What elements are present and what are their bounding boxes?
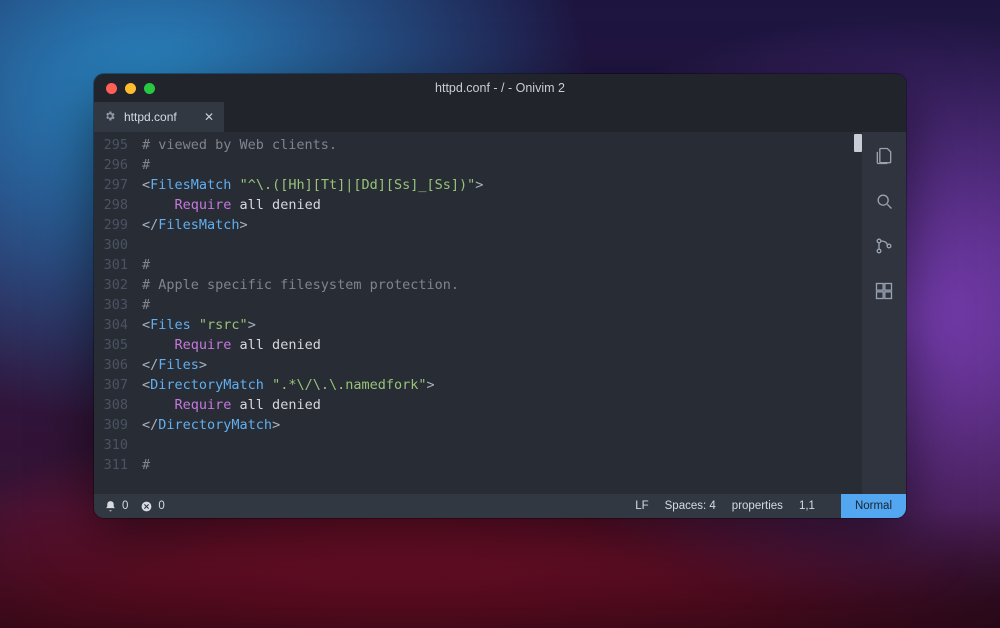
tab-label: httpd.conf <box>124 110 177 124</box>
code-content[interactable]: # viewed by Web clients.#<FilesMatch "^\… <box>136 132 852 494</box>
line-number: 301 <box>94 255 128 275</box>
code-line[interactable] <box>142 235 852 255</box>
window-title: httpd.conf - / - Onivim 2 <box>94 81 906 95</box>
line-number: 311 <box>94 455 128 475</box>
status-language[interactable]: properties <box>732 500 783 512</box>
status-errors[interactable]: 0 <box>140 500 164 513</box>
status-notifications[interactable]: 0 <box>104 500 128 513</box>
gear-icon <box>104 110 116 125</box>
code-line[interactable]: <Files "rsrc"> <box>142 315 852 335</box>
files-icon[interactable] <box>874 146 894 171</box>
status-bar: 0 0 LF Spaces: 4 properties 1,1 Normal <box>94 494 906 518</box>
line-number: 296 <box>94 155 128 175</box>
minimize-window-button[interactable] <box>125 83 136 94</box>
code-line[interactable]: # <box>142 255 852 275</box>
status-notifications-count: 0 <box>122 500 128 512</box>
activity-bar <box>862 132 906 494</box>
code-line[interactable]: # <box>142 155 852 175</box>
line-number: 304 <box>94 315 128 335</box>
status-eol[interactable]: LF <box>635 500 648 512</box>
code-line[interactable]: </DirectoryMatch> <box>142 415 852 435</box>
code-line[interactable]: # <box>142 295 852 315</box>
code-line[interactable]: <DirectoryMatch ".*\/\.\.namedfork"> <box>142 375 852 395</box>
minimap-scroll[interactable] <box>852 132 862 494</box>
code-line[interactable]: # viewed by Web clients. <box>142 135 852 155</box>
line-number: 300 <box>94 235 128 255</box>
line-number: 310 <box>94 435 128 455</box>
status-position[interactable]: 1,1 <box>799 500 825 512</box>
code-line[interactable]: </FilesMatch> <box>142 215 852 235</box>
line-number: 305 <box>94 335 128 355</box>
code-line[interactable]: # <box>142 455 852 475</box>
close-tab-icon[interactable]: ✕ <box>204 110 214 124</box>
editor-window: httpd.conf - / - Onivim 2 httpd.conf ✕ 2… <box>94 74 906 518</box>
line-number: 299 <box>94 215 128 235</box>
code-line[interactable] <box>142 435 852 455</box>
code-line[interactable]: </Files> <box>142 355 852 375</box>
source-control-icon[interactable] <box>874 236 894 261</box>
line-number: 302 <box>94 275 128 295</box>
zoom-window-button[interactable] <box>144 83 155 94</box>
line-number: 309 <box>94 415 128 435</box>
code-line[interactable]: Require all denied <box>142 395 852 415</box>
status-errors-count: 0 <box>158 500 164 512</box>
line-number: 297 <box>94 175 128 195</box>
scroll-thumb[interactable] <box>854 134 862 152</box>
editor-area[interactable]: 2952962972982993003013023033043053063073… <box>94 132 862 494</box>
code-line[interactable]: <FilesMatch "^\.([Hh][Tt]|[Dd][Ss]_[Ss])… <box>142 175 852 195</box>
line-number: 295 <box>94 135 128 155</box>
line-number: 303 <box>94 295 128 315</box>
vim-mode-indicator: Normal <box>841 494 906 518</box>
code-line[interactable]: # Apple specific filesystem protection. <box>142 275 852 295</box>
titlebar[interactable]: httpd.conf - / - Onivim 2 <box>94 74 906 102</box>
line-number: 306 <box>94 355 128 375</box>
code-line[interactable]: Require all denied <box>142 195 852 215</box>
line-number-gutter: 2952962972982993003013023033043053063073… <box>94 132 136 494</box>
line-number: 298 <box>94 195 128 215</box>
window-controls <box>94 83 155 94</box>
extensions-icon[interactable] <box>874 281 894 306</box>
line-number: 307 <box>94 375 128 395</box>
tab-httpd-conf[interactable]: httpd.conf ✕ <box>94 102 224 132</box>
tab-bar: httpd.conf ✕ <box>94 102 906 132</box>
search-icon[interactable] <box>874 191 894 216</box>
close-window-button[interactable] <box>106 83 117 94</box>
code-line[interactable]: Require all denied <box>142 335 852 355</box>
line-number: 308 <box>94 395 128 415</box>
status-spaces[interactable]: Spaces: 4 <box>665 500 716 512</box>
